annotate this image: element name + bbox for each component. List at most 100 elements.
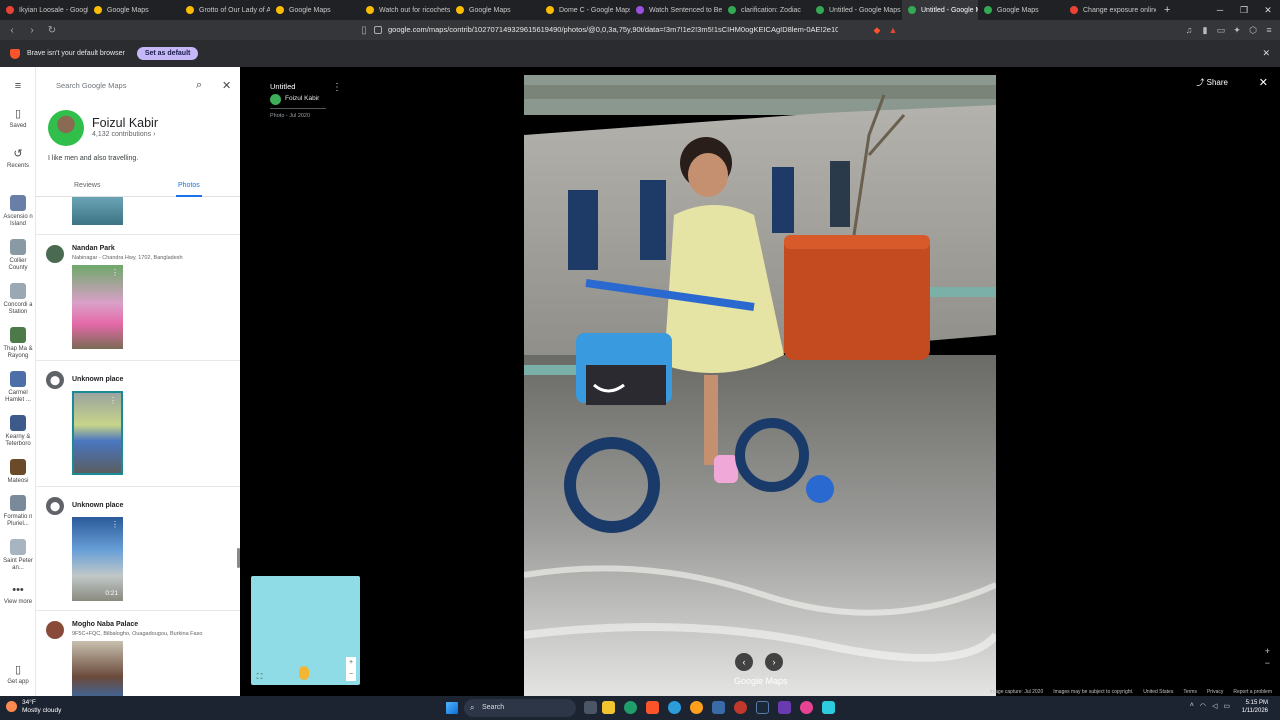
contributions-link[interactable]: 4,132 contributions ›: [92, 131, 155, 138]
browser-tab[interactable]: Google Maps: [88, 0, 180, 20]
brave-shields-icon[interactable]: ◆: [872, 25, 882, 35]
battery-icon[interactable]: ▭: [1223, 702, 1230, 710]
more-options-icon[interactable]: ⋮: [111, 268, 119, 277]
close-infobar-icon[interactable]: ✕: [1262, 48, 1270, 59]
rail-item[interactable]: Collier County: [0, 239, 36, 272]
more-options-icon[interactable]: ⋮: [109, 396, 117, 405]
video-thumbnail[interactable]: ⋮ 0:21: [72, 517, 123, 601]
browser-tab[interactable]: Google Maps: [978, 0, 1064, 20]
zoom-controls[interactable]: + −: [1265, 645, 1270, 669]
fullscreen-icon[interactable]: ⛶: [254, 671, 265, 682]
reload-icon[interactable]: ↻: [44, 25, 60, 36]
app-icon[interactable]: [800, 701, 813, 714]
taskbar-search[interactable]: ⌕ Search: [464, 699, 576, 717]
app-icon[interactable]: [668, 701, 681, 714]
get-app-button[interactable]: ▯ Get app: [0, 663, 36, 686]
photo-thumbnail-selected[interactable]: ⋮: [72, 391, 123, 475]
rail-item[interactable]: ••• View more: [0, 583, 36, 606]
browser-tab[interactable]: Dome C - Google Maps: [540, 0, 630, 20]
browser-menu-icon[interactable]: ≡: [1264, 25, 1274, 35]
weather-widget[interactable]: 34°F Mostly cloudy: [6, 699, 61, 715]
network-icon[interactable]: ◠: [1200, 702, 1206, 710]
app-icon[interactable]: [778, 701, 791, 714]
new-tab-button[interactable]: +: [1156, 4, 1178, 16]
rail-item[interactable]: Mateosi: [0, 459, 36, 485]
report-problem-link[interactable]: Report a problem: [1233, 689, 1272, 695]
restore-icon[interactable]: ❐: [1232, 0, 1256, 20]
browser-tab[interactable]: clarification: Zodiac: [722, 0, 810, 20]
previous-photo-button[interactable]: ‹: [735, 653, 753, 671]
vpn-icon[interactable]: ⬡: [1248, 25, 1258, 35]
rail-item[interactable]: Formatio n Pluriel...: [0, 495, 36, 528]
tab-reviews[interactable]: Reviews: [74, 182, 100, 189]
minimap[interactable]: + − ⛶: [251, 576, 360, 685]
rewards-icon[interactable]: ▲: [888, 25, 898, 35]
leo-icon[interactable]: ✦: [1232, 25, 1242, 35]
place-title[interactable]: Nandan Park: [72, 245, 115, 252]
terms-link[interactable]: Terms: [1183, 689, 1197, 695]
forward-icon[interactable]: ›: [24, 25, 40, 36]
browser-tab[interactable]: Change exposure online: [1064, 0, 1156, 20]
back-icon[interactable]: ‹: [4, 25, 20, 36]
photo-thumbnail[interactable]: ⋮: [72, 265, 123, 349]
place-title[interactable]: Unknown place: [72, 376, 123, 383]
browser-tab[interactable]: Grotto of Our Lady of Al: [180, 0, 270, 20]
hamburger-icon[interactable]: ≡: [0, 79, 36, 95]
share-button[interactable]: ⤴ Share: [1196, 77, 1228, 88]
place-title[interactable]: Mogho Naba Palace: [72, 621, 138, 628]
rail-item[interactable]: Kearny & Teterboro: [0, 415, 36, 448]
firefox-icon[interactable]: [690, 701, 703, 714]
steam-icon[interactable]: [756, 701, 769, 714]
rail-item[interactable]: ↺ Recents: [0, 147, 36, 170]
more-options-icon[interactable]: ⋮: [332, 82, 342, 93]
browser-tab[interactable]: Google Maps: [270, 0, 360, 20]
rail-item[interactable]: Carmel Hamlet ...: [0, 371, 36, 404]
file-explorer-icon[interactable]: [602, 701, 615, 714]
tab-photos[interactable]: Photos: [178, 182, 200, 189]
minimize-icon[interactable]: ─: [1208, 0, 1232, 20]
edge-icon[interactable]: [624, 701, 637, 714]
search-input[interactable]: Search Google Maps: [56, 81, 126, 90]
browser-tab[interactable]: Untitled - Google Maps: [810, 0, 902, 20]
close-window-icon[interactable]: ✕: [1256, 0, 1280, 20]
browser-tab[interactable]: Watch out for ricochets a: [360, 0, 450, 20]
brave-icon[interactable]: [646, 701, 659, 714]
browser-tab[interactable]: Untitled - Google M✕: [902, 0, 978, 20]
rail-item[interactable]: Ascensio n Island: [0, 195, 36, 228]
browser-tab[interactable]: Ikyian Loosale - Google M: [0, 0, 88, 20]
volume-icon[interactable]: ◁: [1212, 702, 1217, 710]
sidebar-icon[interactable]: ▮: [1200, 25, 1210, 35]
rail-item[interactable]: Saint Peter an...: [0, 539, 36, 572]
close-icon[interactable]: ✕: [222, 79, 231, 92]
browser-tab[interactable]: Watch Sentenced to Be: [630, 0, 722, 20]
next-photo-button[interactable]: ›: [765, 653, 783, 671]
set-default-button[interactable]: Set as default: [136, 47, 199, 60]
task-view-icon[interactable]: [584, 701, 597, 714]
tray-overflow-icon[interactable]: ˄: [1190, 702, 1194, 710]
main-photo[interactable]: [524, 75, 996, 696]
rail-item[interactable]: Thap Ma & Rayong: [0, 327, 36, 360]
minimap-zoom-controls[interactable]: + −: [346, 657, 356, 681]
region-link[interactable]: United States: [1143, 689, 1173, 695]
browser-tab[interactable]: Google Maps: [450, 0, 540, 20]
app-icon[interactable]: [734, 701, 747, 714]
more-options-icon[interactable]: ⋮: [111, 520, 119, 529]
photo-author[interactable]: Foizul Kabir: [285, 95, 319, 102]
photo-thumbnail[interactable]: [72, 197, 123, 225]
place-title[interactable]: Unknown place: [72, 502, 123, 509]
start-button[interactable]: [446, 702, 458, 714]
app-icon[interactable]: [822, 701, 835, 714]
site-info-icon[interactable]: [374, 26, 382, 34]
address-bar[interactable]: google.com/maps/contrib/1027071493296156…: [368, 22, 838, 38]
media-icon[interactable]: ♫: [1184, 25, 1194, 35]
taskbar-clock[interactable]: 5:15 PM 1/11/2026: [1242, 699, 1268, 715]
rail-item[interactable]: ▯ Saved: [0, 107, 36, 130]
privacy-link[interactable]: Privacy: [1207, 689, 1223, 695]
pegman-icon[interactable]: [299, 666, 309, 680]
wallet-icon[interactable]: ▭: [1216, 25, 1226, 35]
search-icon[interactable]: ⌕: [196, 79, 202, 92]
app-icon[interactable]: [712, 701, 725, 714]
search-box[interactable]: Search Google Maps ⌕ ✕: [46, 75, 236, 97]
close-viewer-icon[interactable]: ✕: [1259, 76, 1268, 89]
photo-thumbnail[interactable]: [72, 641, 123, 696]
